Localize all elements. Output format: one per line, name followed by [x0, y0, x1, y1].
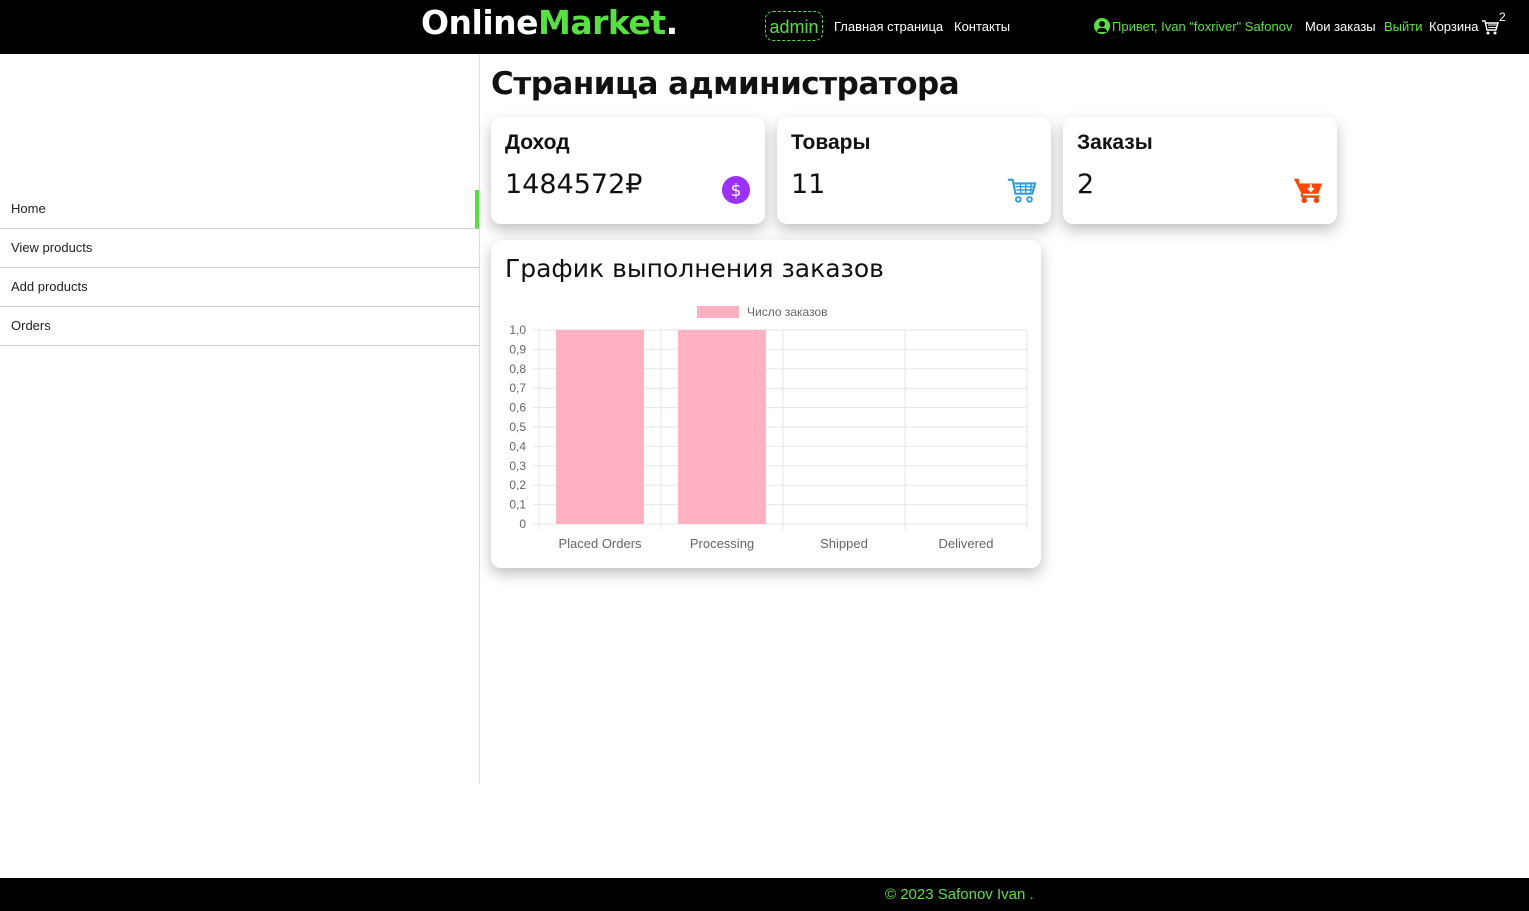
chart-bar: [556, 330, 644, 524]
cart-icon[interactable]: [1481, 19, 1499, 35]
nav-contacts-link[interactable]: Контакты: [954, 19, 1010, 34]
user-circle-icon: [1094, 18, 1110, 34]
cart-count-badge: 2: [1499, 10, 1506, 24]
y-tick-label: 0,2: [509, 478, 526, 492]
card-value: 11: [791, 169, 826, 200]
y-tick-label: 0,4: [509, 439, 526, 453]
sidebar-item-home[interactable]: Home: [0, 190, 479, 229]
products-card: Товары 11: [777, 117, 1051, 224]
card-value: 2: [1077, 169, 1095, 200]
card-title: Заказы: [1077, 131, 1153, 154]
card-title: Доход: [505, 131, 570, 154]
admin-button[interactable]: admin: [765, 11, 823, 41]
logo[interactable]: OnlineMarket.: [421, 3, 678, 42]
y-tick-label: 0,1: [509, 498, 526, 512]
x-tick-label: Shipped: [820, 536, 868, 551]
footer: © 2023 Safonov Ivan .: [0, 878, 1529, 911]
y-tick-label: 1,0: [509, 323, 526, 337]
y-tick-label: 0,9: [509, 342, 526, 356]
orders-bar-chart: 0 0,1 0,2 0,3 0,4 0,5 0,6 0,7 0,8 0,9 1,0 Placed Or…: [509, 305, 1028, 551]
chart-bar: [678, 330, 766, 524]
x-tick-label: Delivered: [939, 536, 994, 551]
orders-chart-card: График выполнения заказов 0 0,1 0,2 0,3 0,4 0…: [491, 240, 1041, 568]
legend-label: Число заказов: [747, 305, 828, 319]
user-greeting[interactable]: Привет, Ivan "foxriver" Safonov: [1094, 18, 1292, 34]
y-tick-label: 0,3: [509, 459, 526, 473]
logout-link[interactable]: Выйти: [1384, 19, 1423, 34]
page-title: Страница администратора: [491, 66, 960, 102]
y-tick-label: 0,5: [509, 420, 526, 434]
svg-text:$: $: [731, 181, 742, 201]
my-orders-link[interactable]: Мои заказы: [1305, 19, 1376, 34]
y-tick-label: 0,7: [509, 381, 526, 395]
sidebar-item-add-products[interactable]: Add products: [0, 268, 479, 307]
income-card: Доход 1484572₽ $: [491, 117, 765, 224]
cart-link[interactable]: Корзина: [1429, 19, 1479, 34]
sidebar-item-orders[interactable]: Orders: [0, 307, 479, 346]
x-tick-label: Processing: [690, 536, 754, 551]
dollar-icon: $: [722, 176, 750, 204]
greeting-text: Привет, Ivan "foxriver" Safonov: [1112, 18, 1293, 34]
nav-home-link[interactable]: Главная страница: [834, 19, 943, 34]
y-tick-label: 0: [519, 517, 526, 531]
sidebar: Home View products Add products Orders: [0, 54, 480, 784]
cart-plus-icon: [1293, 178, 1323, 204]
y-tick-label: 0,8: [509, 362, 526, 376]
card-title: Товары: [791, 131, 871, 154]
x-tick-label: Placed Orders: [558, 536, 642, 551]
y-tick-label: 0,6: [509, 401, 526, 415]
card-value: 1484572₽: [505, 169, 643, 200]
sidebar-item-view-products[interactable]: View products: [0, 229, 479, 268]
cart-icon: [1007, 178, 1037, 203]
legend-swatch: [697, 306, 739, 318]
copyright-text: © 2023 Safonov Ivan .: [885, 886, 1034, 903]
orders-card: Заказы 2: [1063, 117, 1337, 224]
top-navbar: OnlineMarket. admin Главная страница Кон…: [0, 0, 1529, 54]
